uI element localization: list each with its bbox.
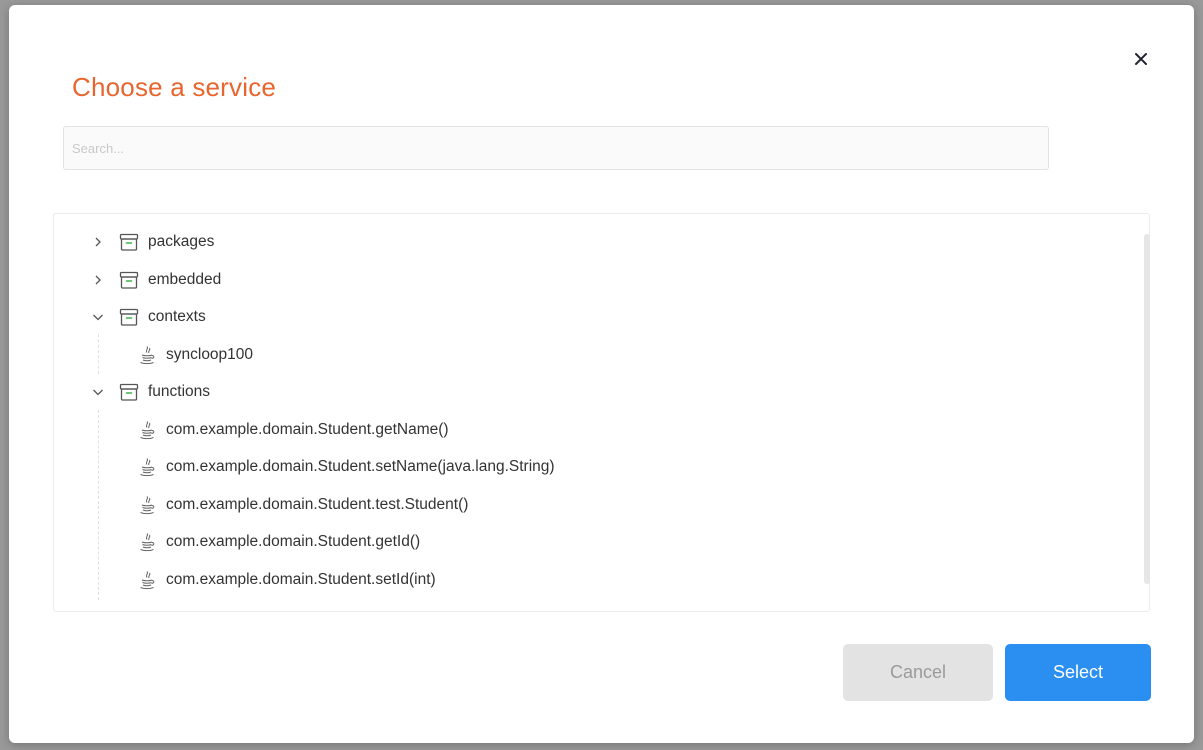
- close-button[interactable]: [1129, 47, 1153, 71]
- tree-leaf-getname[interactable]: com.example.domain.Student.getName(): [138, 415, 449, 445]
- tree-node-label: contexts: [148, 308, 206, 325]
- tree-node-functions[interactable]: functions: [90, 377, 210, 407]
- java-icon: [140, 421, 155, 440]
- tree-scrollbar[interactable]: [1144, 234, 1150, 584]
- tree-node-embedded[interactable]: embedded: [90, 265, 221, 295]
- tree-node-label: packages: [148, 233, 215, 250]
- tree-leaf-syncloop100[interactable]: syncloop100: [138, 340, 253, 370]
- archive-icon: [119, 383, 139, 401]
- tree-leaf-setname[interactable]: com.example.domain.Student.setName(java.…: [138, 452, 555, 482]
- archive-icon: [119, 233, 139, 251]
- tree-guide-line: [98, 410, 99, 600]
- tree-leaf-getid[interactable]: com.example.domain.Student.getId(): [138, 527, 420, 557]
- chevron-down-icon[interactable]: [90, 309, 106, 325]
- tree-node-packages[interactable]: packages: [90, 227, 214, 257]
- choose-service-dialog: Choose a service packages: [9, 5, 1194, 743]
- java-icon: [140, 346, 155, 365]
- tree-leaf-setid[interactable]: com.example.domain.Student.setId(int): [138, 565, 436, 595]
- tree-leaf-label: com.example.domain.Student.test.Student(…: [166, 496, 469, 513]
- cancel-button[interactable]: Cancel: [843, 644, 993, 701]
- chevron-right-icon[interactable]: [90, 272, 106, 288]
- close-icon: [1135, 53, 1147, 65]
- tree-leaf-label: syncloop100: [166, 346, 254, 363]
- java-icon: [140, 533, 155, 552]
- service-tree: packages embedded contexts syncloop100 f…: [53, 213, 1150, 612]
- java-icon: [140, 458, 155, 477]
- dialog-title: Choose a service: [72, 72, 277, 102]
- tree-leaf-label: com.example.domain.Student.getId(): [166, 533, 421, 550]
- tree-leaf-label: com.example.domain.Student.getName(): [166, 421, 449, 438]
- select-button[interactable]: Select: [1005, 644, 1151, 701]
- archive-icon: [119, 271, 139, 289]
- chevron-right-icon[interactable]: [90, 234, 106, 250]
- java-icon: [140, 571, 155, 590]
- tree-guide-line: [98, 334, 99, 374]
- chevron-down-icon[interactable]: [90, 384, 106, 400]
- search-input[interactable]: [63, 126, 1049, 170]
- archive-icon: [119, 308, 139, 326]
- tree-leaf-test-student[interactable]: com.example.domain.Student.test.Student(…: [138, 490, 468, 520]
- java-icon: [140, 496, 155, 515]
- tree-leaf-label: com.example.domain.Student.setName(java.…: [166, 458, 555, 475]
- tree-node-label: functions: [148, 383, 211, 400]
- tree-leaf-label: com.example.domain.Student.setId(int): [166, 571, 436, 588]
- tree-node-label: embedded: [148, 271, 222, 288]
- tree-node-contexts[interactable]: contexts: [90, 302, 206, 332]
